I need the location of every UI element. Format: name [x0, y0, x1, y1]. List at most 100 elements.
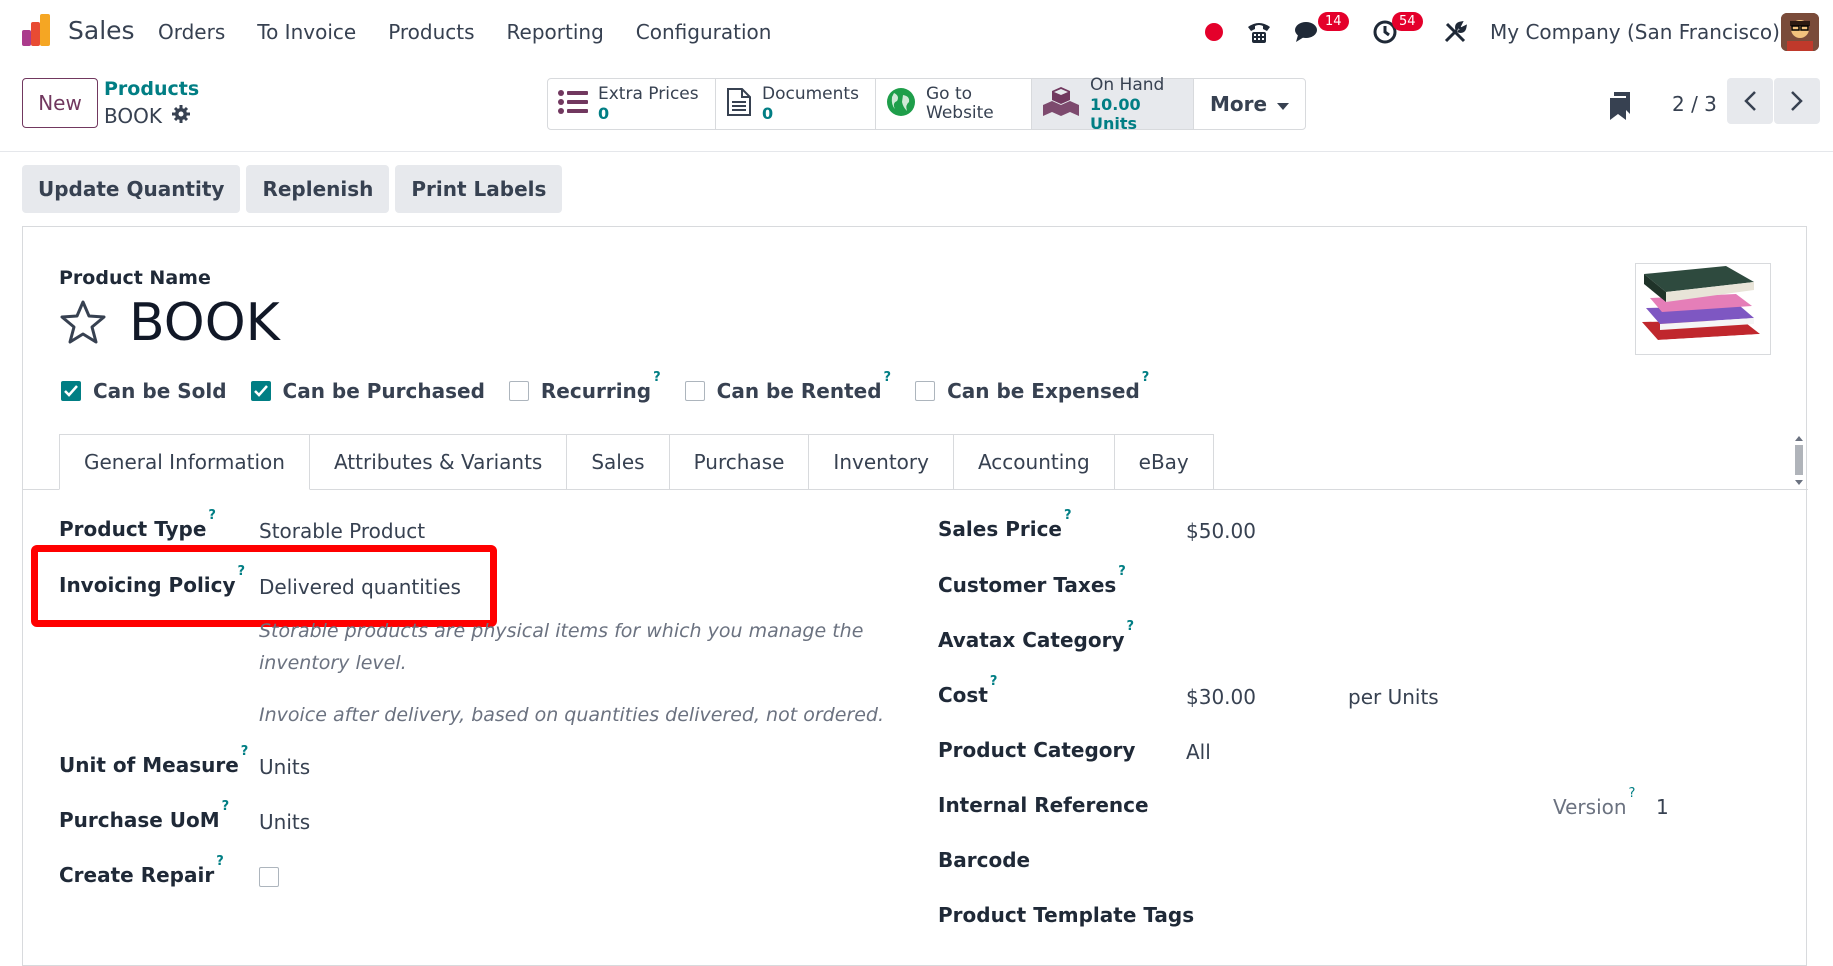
cost-unit-label: per Units	[1348, 685, 1439, 709]
tab-sales[interactable]: Sales	[567, 434, 670, 490]
user-avatar[interactable]	[1781, 13, 1819, 51]
cost-field[interactable]: $30.00	[1186, 685, 1256, 709]
control-panel: New Products BOOK Extra Prices 0 Documen…	[0, 64, 1833, 152]
invoicing-policy-help-text: Invoice after delivery, based on quantit…	[259, 704, 884, 726]
documents-button[interactable]: Documents 0	[716, 79, 876, 129]
extra-prices-button[interactable]: Extra Prices 0	[548, 79, 716, 129]
version-field[interactable]: 1	[1656, 795, 1669, 819]
help-tooltip-icon[interactable]: ?	[222, 799, 230, 814]
purchase-uom-field[interactable]: Units	[259, 810, 310, 834]
menu-reporting[interactable]: Reporting	[507, 20, 604, 44]
help-tooltip-icon[interactable]: ?	[216, 854, 224, 869]
product-template-tags-label: Product Template Tags	[938, 903, 1195, 927]
smart-buttons: Extra Prices 0 Documents 0 Go to Website…	[547, 74, 1307, 133]
unit-of-measure-label: Unit of Measure?	[59, 744, 249, 777]
avatax-category-label: Avatax Category?	[938, 619, 1135, 652]
tab-attributes-variants[interactable]: Attributes & Variants	[309, 434, 568, 490]
on-hand-button[interactable]: On Hand 10.00 Units	[1032, 74, 1194, 133]
new-button[interactable]: New	[22, 78, 98, 128]
recording-dot-icon[interactable]	[1205, 23, 1223, 45]
main-menu: Orders To Invoice Products Reporting Con…	[158, 20, 771, 44]
scrollbar-thumb[interactable]	[1793, 436, 1805, 486]
on-hand-label: On Hand	[1090, 74, 1165, 95]
menu-orders[interactable]: Orders	[158, 20, 225, 44]
can-be-expensed-label: Can be Expensed	[947, 379, 1140, 403]
tab-accounting[interactable]: Accounting	[953, 434, 1115, 490]
go-to-website-button[interactable]: Go to Website	[876, 79, 1032, 129]
product-options: Can be Sold Can be Purchased Recurring? …	[61, 370, 1149, 403]
product-type-label: Product Type?	[59, 508, 216, 541]
website-line2: Website	[926, 103, 994, 123]
internal-reference-label: Internal Reference	[938, 793, 1149, 817]
tab-purchase[interactable]: Purchase	[669, 434, 810, 490]
checkbox-checked-icon[interactable]	[61, 381, 81, 401]
help-tooltip-icon[interactable]: ?	[1064, 508, 1072, 523]
help-tooltip-icon[interactable]: ?	[653, 370, 661, 385]
notebook-tabs: General Information Attributes & Variant…	[59, 434, 1214, 490]
tab-general-information[interactable]: General Information	[59, 434, 310, 490]
help-tooltip-icon[interactable]: ?	[990, 674, 998, 689]
product-type-field[interactable]: Storable Product	[259, 519, 425, 543]
customer-taxes-label: Customer Taxes?	[938, 564, 1126, 597]
can-be-sold-checkbox[interactable]: Can be Sold	[61, 379, 227, 403]
can-be-purchased-checkbox[interactable]: Can be Purchased	[250, 379, 485, 403]
sales-price-field[interactable]: $50.00	[1186, 519, 1256, 543]
recurring-checkbox[interactable]: Recurring?	[508, 370, 661, 403]
product-category-field[interactable]: All	[1186, 740, 1211, 764]
update-quantity-button[interactable]: Update Quantity	[22, 165, 241, 213]
list-icon	[558, 89, 588, 120]
sales-app-logo[interactable]	[20, 14, 54, 48]
unit-of-measure-field[interactable]: Units	[259, 755, 310, 779]
create-repair-checkbox[interactable]	[259, 867, 279, 887]
checkbox-empty-icon[interactable]	[684, 381, 705, 401]
gear-icon[interactable]	[171, 104, 190, 128]
can-be-sold-label: Can be Sold	[93, 379, 227, 403]
product-name-label: Product Name	[59, 267, 211, 289]
help-tooltip-icon[interactable]: ?	[1142, 370, 1150, 385]
help-line-1: Storable products are physical items for…	[259, 620, 864, 642]
purchase-uom-label: Purchase UoM?	[59, 799, 230, 832]
help-tooltip-icon[interactable]: ?	[1126, 619, 1134, 634]
tab-ebay[interactable]: eBay	[1114, 434, 1214, 490]
activities-badge: 54	[1392, 12, 1423, 31]
can-be-expensed-checkbox[interactable]: Can be Expensed?	[915, 370, 1149, 403]
can-be-rented-checkbox[interactable]: Can be Rented?	[684, 370, 891, 403]
breadcrumb-products[interactable]: Products	[104, 78, 199, 100]
can-be-rented-label: Can be Rented	[716, 379, 882, 403]
action-buttons: Update Quantity Replenish Print Labels	[22, 165, 563, 213]
menu-products[interactable]: Products	[388, 20, 474, 44]
product-image[interactable]	[1635, 263, 1771, 355]
pager-value[interactable]: 2 / 3	[1672, 92, 1717, 116]
help-line-2: inventory level.	[259, 652, 407, 674]
print-labels-button[interactable]: Print Labels	[395, 165, 563, 213]
more-dropdown[interactable]: More	[1194, 79, 1305, 129]
pager-previous-button[interactable]	[1727, 78, 1773, 124]
menu-to-invoice[interactable]: To Invoice	[257, 20, 356, 44]
product-name-field[interactable]: BOOK	[129, 293, 280, 353]
menu-configuration[interactable]: Configuration	[636, 20, 772, 44]
company-switcher[interactable]: My Company (San Francisco)	[1490, 20, 1780, 44]
help-tooltip-icon[interactable]: ?	[241, 744, 249, 759]
app-name[interactable]: Sales	[68, 16, 135, 45]
tab-inventory[interactable]: Inventory	[809, 434, 954, 490]
replenish-button[interactable]: Replenish	[246, 165, 390, 213]
tools-icon[interactable]	[1443, 20, 1467, 48]
help-tooltip-icon[interactable]: ?	[1629, 786, 1636, 801]
breadcrumb-current-label: BOOK	[104, 104, 162, 128]
phone-icon[interactable]	[1245, 18, 1273, 50]
help-tooltip-icon[interactable]: ?	[1118, 564, 1126, 579]
help-tooltip-icon[interactable]: ?	[884, 370, 892, 385]
checkbox-checked-icon[interactable]	[250, 381, 271, 401]
form-sheet: Product Name BOOK Can be Sold Can be Pur…	[22, 226, 1808, 966]
help-tooltip-icon[interactable]: ?	[208, 508, 216, 523]
extra-prices-value: 0	[598, 104, 610, 123]
bookmarks-icon[interactable]	[1608, 92, 1632, 124]
documents-value: 0	[762, 104, 774, 123]
favorite-star-icon[interactable]	[59, 299, 107, 349]
version-label: Version?	[1553, 786, 1636, 819]
checkbox-empty-icon[interactable]	[915, 381, 936, 401]
checkbox-empty-icon[interactable]	[508, 381, 529, 401]
messages-badge: 14	[1318, 12, 1349, 31]
sales-price-label: Sales Price?	[938, 508, 1072, 541]
pager-next-button[interactable]	[1774, 78, 1820, 124]
